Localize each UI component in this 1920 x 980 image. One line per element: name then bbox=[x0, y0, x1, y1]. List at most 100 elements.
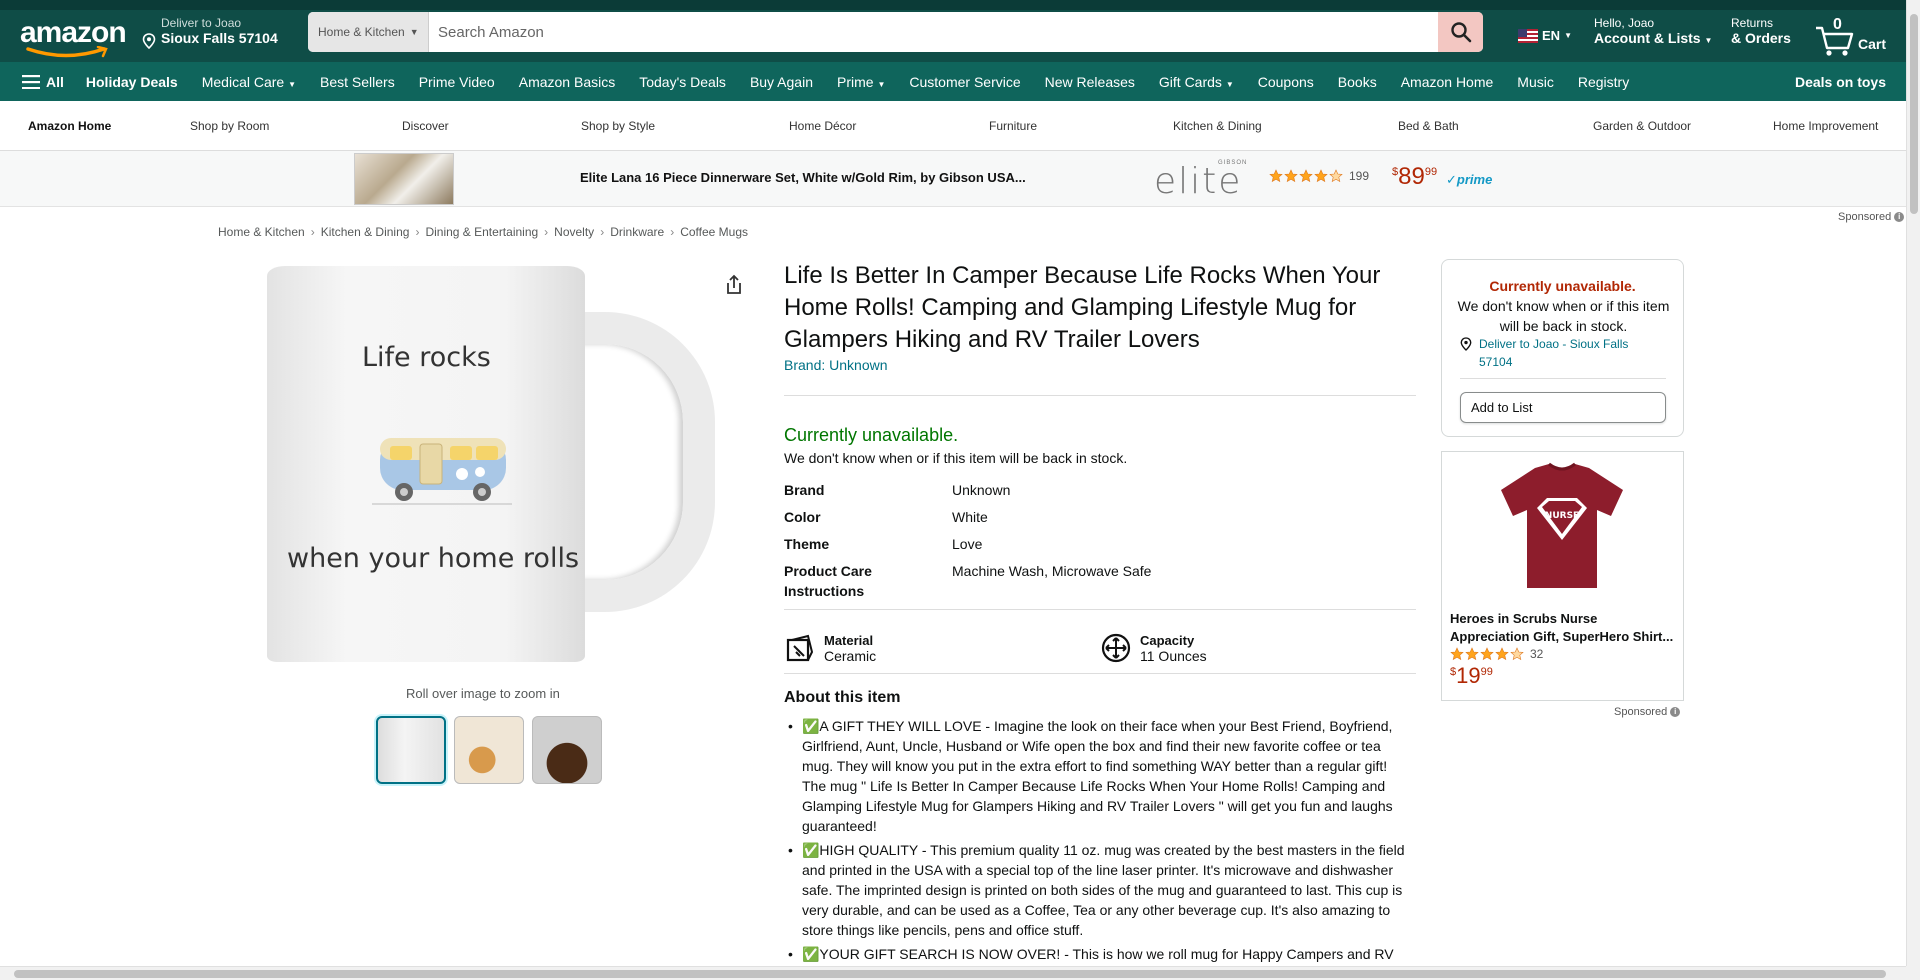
breadcrumb-kitchen-dining[interactable]: Kitchen & Dining bbox=[321, 225, 410, 239]
nav-coupons[interactable]: Coupons bbox=[1246, 74, 1326, 90]
breadcrumb-dining-entertaining[interactable]: Dining & Entertaining bbox=[425, 225, 538, 239]
breadcrumb-separator: › bbox=[544, 225, 549, 239]
prime-label: prime bbox=[1456, 172, 1493, 187]
tshirt-print-text: NURSE bbox=[1545, 511, 1579, 521]
caret-down-icon: ▼ bbox=[877, 79, 886, 89]
nav-books[interactable]: Books bbox=[1326, 74, 1389, 90]
all-label: All bbox=[46, 73, 64, 90]
subnav-shop-by-style[interactable]: Shop by Style bbox=[581, 119, 655, 133]
breadcrumb-separator: › bbox=[310, 225, 315, 239]
ad-price-whole: 19 bbox=[1456, 663, 1481, 688]
all-menu-button[interactable]: All bbox=[0, 74, 74, 90]
subnav-amazon-home[interactable]: Amazon Home bbox=[28, 119, 111, 133]
subnav-discover[interactable]: Discover bbox=[402, 119, 449, 133]
buybox-deliver-text: Deliver to Joao - Sioux Falls 57104 bbox=[1479, 337, 1629, 369]
search-button[interactable] bbox=[1438, 12, 1483, 52]
subnav-home-improvement[interactable]: Home Improvement bbox=[1773, 119, 1878, 133]
nav-holiday-deals[interactable]: Holiday Deals bbox=[74, 74, 190, 90]
subnav-shop-by-room[interactable]: Shop by Room bbox=[190, 119, 269, 133]
prime-badge: ✓prime bbox=[1446, 172, 1493, 187]
mug-print-bottom: when your home rolls bbox=[287, 543, 580, 574]
thumbnail-3[interactable] bbox=[532, 716, 602, 784]
nav-todays-deals[interactable]: Today's Deals bbox=[627, 74, 738, 90]
scrollbar-corner bbox=[1906, 966, 1920, 980]
thumbnail-1[interactable] bbox=[376, 716, 446, 784]
brand-link[interactable]: Brand: Unknown bbox=[784, 357, 888, 373]
breadcrumb-coffee-mugs[interactable]: Coffee Mugs bbox=[680, 225, 748, 239]
returns-line2: & Orders bbox=[1731, 30, 1791, 46]
sponsored-label-ad[interactable]: Sponsored i bbox=[1614, 706, 1681, 718]
dinnerware-thumbnail bbox=[354, 153, 454, 205]
nav-medical-care[interactable]: Medical Care ▼ bbox=[190, 74, 308, 90]
scrollbar-thumb[interactable] bbox=[14, 970, 1886, 978]
mug-print-top: Life rocks bbox=[362, 342, 491, 373]
language-selector[interactable]: EN ▼ bbox=[1518, 28, 1572, 43]
main-product-image[interactable]: Life rocks when your home rolls bbox=[252, 262, 728, 666]
search-category-select[interactable]: Home & Kitchen ▼ bbox=[308, 12, 429, 52]
cart-label: Cart bbox=[1858, 36, 1887, 52]
breadcrumb-home-kitchen[interactable]: Home & Kitchen bbox=[218, 225, 305, 239]
promo-title: Elite Lana 16 Piece Dinnerware Set, Whit… bbox=[580, 170, 1026, 185]
zoom-hint: Roll over image to zoom in bbox=[406, 686, 560, 701]
nav-amazon-home[interactable]: Amazon Home bbox=[1389, 74, 1506, 90]
nav-prime[interactable]: Prime ▼ bbox=[825, 74, 897, 90]
sponsored-ad-card[interactable]: NURSE Heroes in Scrubs Nurse Appreciatio… bbox=[1441, 451, 1684, 701]
sponsored-label-top[interactable]: Sponsored i bbox=[1838, 211, 1905, 223]
attribute-value: Machine Wash, Microwave Safe bbox=[952, 563, 1152, 579]
scrollbar-thumb[interactable] bbox=[1910, 14, 1918, 214]
feature-icons-row: Material Ceramic Capacity 11 Ounces bbox=[784, 624, 1416, 672]
feature-label: Material bbox=[824, 632, 874, 648]
about-this-item-heading: About this item bbox=[784, 689, 901, 706]
subnav-furniture[interactable]: Furniture bbox=[989, 119, 1037, 133]
share-icon[interactable] bbox=[724, 274, 744, 296]
image-thumbnails bbox=[376, 716, 602, 784]
availability-status: Currently unavailable. bbox=[784, 425, 959, 445]
nav-gift-cards[interactable]: Gift Cards ▼ bbox=[1147, 74, 1246, 90]
nav-buy-again[interactable]: Buy Again bbox=[738, 74, 825, 90]
nav-deals-on-toys[interactable]: Deals on toys bbox=[1795, 74, 1886, 90]
sponsored-banner[interactable]: Elite Lana 16 Piece Dinnerware Set, Whit… bbox=[0, 151, 1906, 207]
cart-button[interactable]: 0 Cart bbox=[1814, 14, 1894, 58]
nav-medical-care-label: Medical Care bbox=[201, 73, 285, 90]
account-lists[interactable]: Hello, Joao Account & Lists ▼ bbox=[1594, 16, 1712, 46]
ad-price-fraction: 99 bbox=[1480, 666, 1493, 678]
attribute-value: Unknown bbox=[952, 482, 1011, 498]
buybox-note: We don't know when or if this item will … bbox=[1457, 298, 1670, 334]
subnav-home-decor[interactable]: Home Décor bbox=[789, 119, 856, 133]
nav-new-releases[interactable]: New Releases bbox=[1033, 74, 1147, 90]
horizontal-scrollbar[interactable] bbox=[0, 966, 1906, 980]
add-to-list-button[interactable]: Add to List bbox=[1460, 392, 1666, 423]
amazon-logo[interactable]: amazon bbox=[20, 18, 127, 58]
promo-brand-logo: elite bbox=[1154, 161, 1243, 202]
nav-music[interactable]: Music bbox=[1505, 74, 1566, 90]
nav-prime-video[interactable]: Prime Video bbox=[407, 74, 507, 90]
promo-currency: $ bbox=[1392, 166, 1399, 178]
nav-best-sellers[interactable]: Best Sellers bbox=[308, 74, 407, 90]
vertical-scrollbar[interactable] bbox=[1906, 0, 1920, 966]
attribute-row: Brand Unknown bbox=[784, 480, 1404, 500]
divider bbox=[1460, 378, 1666, 379]
caret-down-icon: ▼ bbox=[1564, 31, 1572, 40]
bullet-item: ✅YOUR GIFT SEARCH IS NOW OVER! - This is… bbox=[788, 944, 1414, 964]
caret-down-icon: ▼ bbox=[1225, 79, 1234, 89]
search-input[interactable] bbox=[429, 12, 1438, 52]
subnav-bed-bath[interactable]: Bed & Bath bbox=[1398, 119, 1459, 133]
nav-registry[interactable]: Registry bbox=[1566, 74, 1641, 90]
attribute-key: Brand bbox=[784, 482, 825, 498]
breadcrumb-novelty[interactable]: Novelty bbox=[554, 225, 594, 239]
subnav-kitchen-dining[interactable]: Kitchen & Dining bbox=[1173, 119, 1262, 133]
nav-amazon-basics[interactable]: Amazon Basics bbox=[507, 74, 627, 90]
account-label: Account & Lists bbox=[1594, 30, 1701, 46]
attribute-key: Theme bbox=[784, 536, 830, 552]
returns-orders[interactable]: Returns & Orders bbox=[1731, 16, 1791, 46]
search-category-label: Home & Kitchen bbox=[318, 25, 405, 39]
nav-customer-service[interactable]: Customer Service bbox=[897, 74, 1032, 90]
breadcrumb-separator: › bbox=[600, 225, 605, 239]
thumbnail-2[interactable] bbox=[454, 716, 524, 784]
ad-title: Heroes in Scrubs Nurse Appreciation Gift… bbox=[1450, 611, 1674, 644]
star-rating-icon bbox=[1450, 647, 1524, 661]
subnav-garden-outdoor[interactable]: Garden & Outdoor bbox=[1593, 119, 1691, 133]
deliver-to[interactable]: Deliver to Joao Sioux Falls 57104 bbox=[142, 16, 278, 49]
buybox-deliver-link[interactable]: Deliver to Joao - Sioux Falls 57104 bbox=[1460, 335, 1660, 371]
breadcrumb-drinkware[interactable]: Drinkware bbox=[610, 225, 664, 239]
